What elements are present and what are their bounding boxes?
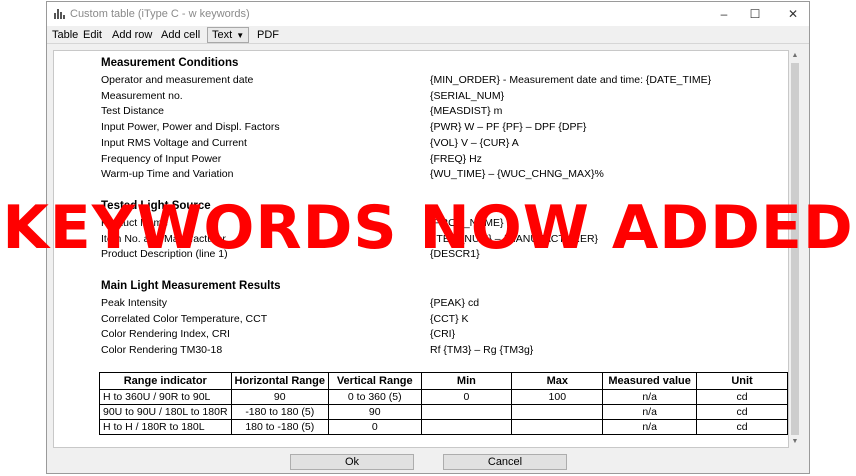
row-label: Color Rendering TM30-18 bbox=[101, 344, 223, 356]
table-cell[interactable] bbox=[420, 404, 513, 420]
table-cell[interactable]: H to H / 180R to 180L bbox=[99, 419, 232, 435]
table-cell[interactable]: -180 to 180 (5) bbox=[230, 404, 329, 420]
row-value: {CRI} bbox=[430, 328, 456, 340]
table-cell[interactable]: n/a bbox=[602, 419, 698, 435]
table-cell[interactable]: n/a bbox=[602, 389, 698, 405]
section-heading-measurement-conditions: Measurement Conditions bbox=[101, 57, 239, 69]
menu-edit[interactable]: Edit bbox=[83, 28, 102, 43]
table-cell[interactable] bbox=[511, 419, 604, 435]
table-cell[interactable]: 90U to 90U / 180L to 180R bbox=[99, 404, 232, 420]
menu-bar: Table Edit Add row Add cell Text ▼ PDF bbox=[47, 26, 809, 44]
table-cell[interactable]: 90 bbox=[230, 389, 329, 405]
table-header[interactable]: Vertical Range bbox=[327, 372, 422, 390]
close-button[interactable]: ✕ bbox=[780, 5, 806, 23]
chevron-down-icon: ▼ bbox=[236, 31, 245, 40]
maximize-button[interactable]: ☐ bbox=[742, 5, 768, 23]
row-value: {MIN_ORDER} - Measurement date and time:… bbox=[430, 74, 712, 86]
table-row: H to H / 180R to 180L 180 to -180 (5) 0 … bbox=[99, 419, 788, 435]
menu-add-row[interactable]: Add row bbox=[112, 28, 152, 43]
keywords-added-banner: KEYWORDS NOW ADDED bbox=[2, 193, 854, 263]
table-header[interactable]: Max bbox=[511, 372, 604, 390]
row-value: {WU_TIME} – {WUC_CHNG_MAX}% bbox=[430, 168, 604, 180]
row-value: {VOL} V – {CUR} A bbox=[430, 137, 519, 149]
row-value: {SERIAL_NUM} bbox=[430, 90, 505, 102]
table-header[interactable]: Measured value bbox=[602, 372, 698, 390]
table-cell[interactable] bbox=[511, 404, 604, 420]
table-cell[interactable]: cd bbox=[696, 419, 788, 435]
table-cell[interactable]: 90 bbox=[327, 404, 422, 420]
row-value: {FREQ} Hz bbox=[430, 153, 482, 165]
row-value: {PWR} W – PF {PF} – DPF {DPF} bbox=[430, 121, 587, 133]
section-heading-main-results: Main Light Measurement Results bbox=[101, 280, 281, 292]
window-title: Custom table (iType C - w keywords) bbox=[70, 8, 250, 20]
scroll-down-icon[interactable]: ▼ bbox=[789, 436, 801, 448]
row-value: {PEAK} cd bbox=[430, 297, 480, 309]
minimize-button[interactable]: – bbox=[711, 5, 737, 23]
table-header[interactable]: Range indicator bbox=[99, 372, 232, 390]
title-bar: Custom table (iType C - w keywords) – ☐ … bbox=[47, 2, 809, 26]
menu-pdf[interactable]: PDF bbox=[257, 28, 279, 43]
table-cell[interactable]: 0 to 360 (5) bbox=[327, 389, 422, 405]
row-value: {CCT} K bbox=[430, 313, 469, 325]
cancel-button[interactable]: Cancel bbox=[443, 454, 567, 470]
table-header[interactable]: Min bbox=[420, 372, 513, 390]
text-dropdown[interactable]: Text ▼ bbox=[207, 27, 250, 43]
dialog-button-bar: Ok Cancel bbox=[47, 449, 809, 473]
table-row: H to 360U / 90R to 90L 90 0 to 360 (5) 0… bbox=[99, 389, 788, 405]
row-label: Color Rendering Index, CRI bbox=[101, 328, 230, 340]
menu-table[interactable]: Table bbox=[52, 28, 78, 43]
row-label: Measurement no. bbox=[101, 90, 183, 102]
row-label: Test Distance bbox=[101, 105, 165, 117]
table-cell[interactable]: 180 to -180 (5) bbox=[230, 419, 329, 435]
table-row: 90U to 90U / 180L to 180R -180 to 180 (5… bbox=[99, 404, 788, 420]
row-label: Operator and measurement date bbox=[101, 74, 254, 86]
table-cell[interactable]: n/a bbox=[602, 404, 698, 420]
row-label: Peak Intensity bbox=[101, 297, 167, 309]
row-label: Correlated Color Temperature, CCT bbox=[101, 313, 268, 325]
row-value: Rf {TM3} – Rg {TM3g} bbox=[430, 344, 534, 356]
table-cell[interactable]: 0 bbox=[420, 389, 513, 405]
table-header[interactable]: Horizontal Range bbox=[230, 372, 329, 390]
scroll-up-icon[interactable]: ▲ bbox=[789, 50, 801, 62]
text-dropdown-label: Text bbox=[212, 29, 233, 41]
row-label: Input Power, Power and Displ. Factors bbox=[101, 121, 280, 133]
table-cell[interactable]: cd bbox=[696, 389, 788, 405]
table-cell[interactable]: 0 bbox=[327, 419, 422, 435]
ok-button[interactable]: Ok bbox=[290, 454, 414, 470]
table-cell[interactable]: H to 360U / 90R to 90L bbox=[99, 389, 232, 405]
table-header-row: Range indicator Horizontal Range Vertica… bbox=[99, 372, 788, 390]
results-table: Range indicator Horizontal Range Vertica… bbox=[99, 372, 788, 435]
table-cell[interactable]: cd bbox=[696, 404, 788, 420]
table-cell[interactable]: 100 bbox=[511, 389, 604, 405]
table-header[interactable]: Unit bbox=[696, 372, 788, 390]
row-label: Input RMS Voltage and Current bbox=[101, 137, 247, 149]
menu-add-cell[interactable]: Add cell bbox=[161, 28, 200, 43]
app-icon bbox=[54, 9, 66, 19]
row-label: Warm-up Time and Variation bbox=[101, 168, 234, 180]
row-value: {MEASDIST} m bbox=[430, 105, 503, 117]
table-cell[interactable] bbox=[420, 419, 513, 435]
row-label: Frequency of Input Power bbox=[101, 153, 222, 165]
